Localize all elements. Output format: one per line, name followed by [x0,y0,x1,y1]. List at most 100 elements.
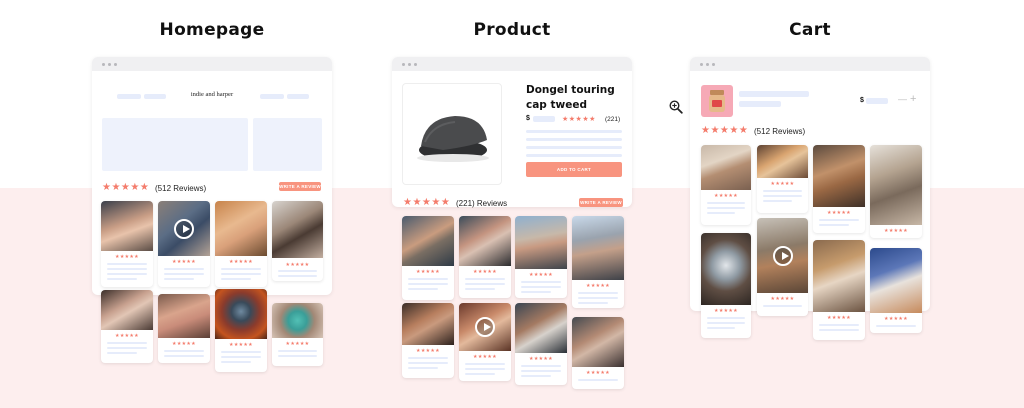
price-currency: $ [526,115,530,122]
description-line [526,138,622,141]
review-photo [813,145,865,207]
review-photo [813,240,865,312]
review-card[interactable]: ★★★★★ [402,216,454,300]
cart-item-subtitle-placeholder [739,101,781,107]
browser-chrome [392,57,632,71]
review-card[interactable]: ★★★★★ [701,233,751,338]
review-stars: ★★★★★ [172,259,196,265]
review-stars: ★★★★★ [115,254,139,260]
cart-price-currency: $ [860,97,864,104]
review-card[interactable]: ★★★★★ [272,201,323,281]
product-browser-frame: Dongel touring cap tweed $ ★★★★★ (221) A… [392,57,632,207]
product-rating-count: (221) [605,116,621,123]
review-card[interactable]: ★★★★★ [402,303,454,378]
review-photo [757,145,808,178]
review-stars: ★★★★★ [714,308,738,314]
review-card[interactable]: ★★★★★ [101,290,153,363]
nav-link-placeholder[interactable] [260,94,284,99]
review-card[interactable]: ★★★★★ [515,303,567,385]
review-stars: ★★★★★ [586,283,610,289]
product-reviews-stars: ★★★★★ [403,197,451,208]
review-card[interactable]: ★★★★★ [272,303,323,366]
write-review-button[interactable]: WRITE A REVIEW [279,182,321,191]
review-photo [402,216,454,266]
review-stars: ★★★★★ [416,348,440,354]
cap-illustration [417,116,489,162]
quantity-increase-button[interactable]: + [910,93,916,105]
review-card[interactable]: ★★★★★ [572,317,624,389]
review-stars: ★★★★★ [473,354,497,360]
review-photo [701,233,751,305]
description-line [526,154,622,157]
review-photo [515,303,567,353]
product-image[interactable] [402,83,502,185]
review-stars: ★★★★★ [884,316,908,322]
product-name: Dongel touring cap tweed [526,84,615,111]
play-icon[interactable] [174,218,194,239]
review-card[interactable]: ★★★★★ [870,248,922,333]
review-stars: ★★★★★ [827,210,851,216]
nav-link-placeholder[interactable] [144,94,166,99]
review-card[interactable]: ★★★★★ [158,201,210,287]
cart-product-thumbnail[interactable] [701,85,733,117]
store-logo[interactable]: indie and harper [182,91,242,98]
review-photo [272,201,323,258]
review-card[interactable]: ★★★★★ [515,216,567,298]
product-rating-stars: ★★★★★ [562,116,596,123]
review-photo [402,303,454,345]
review-video[interactable] [757,218,808,293]
review-video[interactable] [459,303,511,351]
review-photo [870,145,922,225]
review-stars: ★★★★★ [770,296,795,302]
review-photo [101,201,153,251]
nav-link-placeholder[interactable] [287,94,309,99]
review-card[interactable]: ★★★★★ [215,289,267,372]
review-card[interactable]: ★★★★★ [158,294,210,363]
play-icon[interactable] [772,245,793,266]
review-card[interactable]: ★★★★★ [701,145,751,225]
review-stars: ★★★★★ [115,333,139,339]
product-title: Product [473,20,551,40]
review-stars: ★★★★★ [770,181,795,187]
promo-banner[interactable] [253,118,322,171]
review-video[interactable] [158,201,210,256]
review-photo [515,216,567,269]
cart-reviews-stars: ★★★★★ [701,125,749,136]
review-card[interactable]: ★★★★★ [757,218,808,316]
write-review-button[interactable]: WRITE A REVIEW [579,198,623,207]
cart-price-placeholder [866,98,888,104]
description-line [526,146,622,149]
review-stars: ★★★★★ [285,341,310,347]
review-card[interactable]: ★★★★★ [870,145,922,238]
review-stars: ★★★★★ [416,269,440,275]
review-stars: ★★★★★ [285,262,310,268]
review-card[interactable]: ★★★★★ [572,216,624,308]
review-photo [215,201,267,256]
browser-chrome [92,57,332,71]
review-card[interactable]: ★★★★★ [101,201,153,287]
review-card[interactable]: ★★★★★ [757,145,808,213]
review-stars: ★★★★★ [827,315,851,321]
review-card[interactable]: ★★★★★ [459,216,511,298]
review-photo [101,290,153,330]
add-to-cart-button[interactable]: ADD TO CART [526,162,622,177]
review-card[interactable]: ★★★★★ [215,201,267,287]
review-card[interactable]: ★★★★★ [459,303,511,381]
review-stars: ★★★★★ [884,228,908,234]
hero-banner[interactable] [102,118,248,171]
review-photo [215,289,267,339]
jar-icon [709,90,725,112]
review-card[interactable]: ★★★★★ [813,145,865,233]
review-card[interactable]: ★★★★★ [813,240,865,340]
cart-item-title-placeholder [739,91,809,97]
browser-chrome [690,57,930,71]
play-icon[interactable] [475,317,495,337]
review-stars: ★★★★★ [229,259,253,265]
price-placeholder [533,116,555,122]
quantity-decrease-button[interactable]: — [898,94,907,104]
review-stars: ★★★★★ [172,341,196,347]
review-stars: ★★★★★ [529,356,553,362]
zoom-in-icon[interactable] [669,100,683,114]
homepage-reviews-count: (512 Reviews) [155,184,207,193]
nav-link-placeholder[interactable] [117,94,141,99]
